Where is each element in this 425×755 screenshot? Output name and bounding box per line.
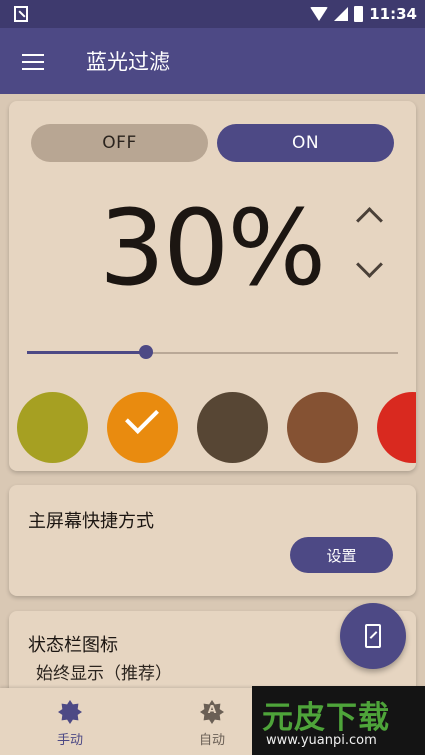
status-icons: 11:34 [310,5,417,23]
app-title: 蓝光过滤 [86,50,170,74]
statusbar-title: 状态栏图标 [28,635,118,656]
color-swatch[interactable] [197,392,268,463]
on-button[interactable]: ON [217,124,394,162]
shortcut-card: 主屏幕快捷方式 设置 [9,485,416,596]
fab-button[interactable] [340,603,406,669]
status-bar: 11:34 [0,0,425,28]
chevron-down-icon[interactable] [354,255,384,285]
nav-item-manual[interactable]: 手动 [10,688,130,755]
signal-icon [334,7,349,21]
settings-button[interactable]: 设置 [290,537,393,573]
nav-label-manual: 手动 [56,733,83,748]
color-swatch[interactable] [287,392,358,463]
color-swatch[interactable] [377,392,416,463]
brightness-icon [58,700,82,724]
notification-icon [14,6,28,22]
intensity-percentage: 30% [99,187,326,309]
color-swatch[interactable] [107,392,178,463]
clock: 11:34 [369,5,417,23]
watermark-title: 元皮下载 [262,700,390,736]
statusbar-subtitle: 始终显示（推荐） [36,664,172,684]
color-swatch[interactable] [17,392,88,463]
watermark: 元皮下载 www.yuanpi.com [252,686,425,755]
app-bar: 蓝光过滤 [0,28,425,94]
shortcut-title: 主屏幕快捷方式 [28,511,154,532]
check-icon [125,400,159,434]
battery-icon [354,6,364,22]
off-button[interactable]: OFF [31,124,208,162]
color-swatches [9,392,416,464]
chevron-up-icon[interactable] [354,203,384,233]
intensity-slider[interactable] [27,345,398,359]
slider-thumb[interactable] [138,345,153,359]
slider-fill [27,351,146,354]
filter-card: OFF ON 30% [9,101,416,471]
watermark-url: www.yuanpi.com [266,733,377,748]
phone-filter-icon [365,624,381,648]
menu-icon[interactable] [22,54,44,70]
auto-icon-letter: A [207,703,217,716]
wifi-icon [310,7,329,21]
